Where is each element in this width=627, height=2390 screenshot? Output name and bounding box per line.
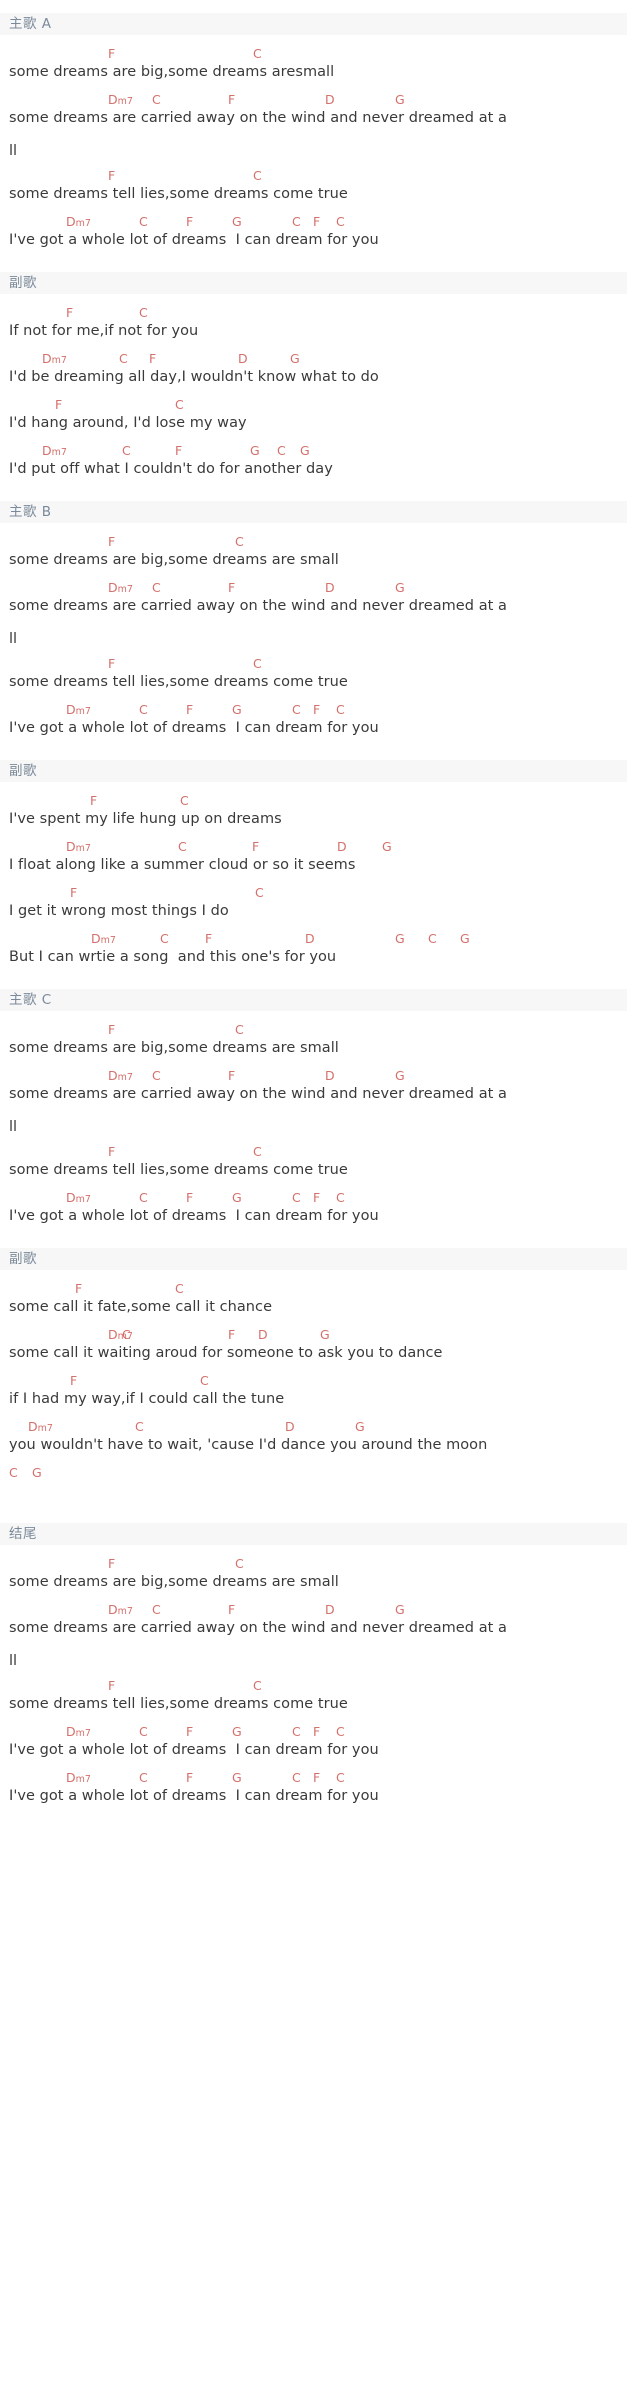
measure-separator: ll — [0, 137, 627, 167]
lyric-text: some dreams are big,some dreams are smal… — [9, 552, 339, 568]
chord-symbol[interactable]: G — [395, 930, 405, 947]
bottom-spacer — [0, 1815, 627, 1833]
section-header-2: 主歌 B — [0, 501, 627, 523]
chord-symbol[interactable]: C — [428, 930, 437, 947]
lyric-text: some dreams tell lies,some dreams come t… — [9, 674, 348, 690]
lyric-line: Dm7 C F G C F C I've got a whole lot of dreams … — [0, 1769, 627, 1809]
chord-symbol[interactable]: C — [255, 884, 264, 901]
lyric-line: F Csome dreams tell lies,some dreams come… — [0, 1143, 627, 1183]
lyric-text: some dreams are carried away on the wind… — [9, 110, 507, 126]
lyric-text: some dreams are carried away on the wind… — [9, 1620, 507, 1636]
separator-text: ll — [9, 631, 18, 647]
lyric-line: Dm7 C F D G C G But I can wrtie a song and this… — [0, 930, 627, 970]
lyric-text: some dreams are big,some dreams are smal… — [9, 1574, 339, 1590]
lyric-text: some call it fate,some call it chance — [9, 1299, 273, 1315]
lyric-line: CG — [0, 1464, 627, 1504]
lyric-line: Dm7 C F G C F C I've got a whole lot of dreams … — [0, 213, 627, 253]
measure-separator: ll — [0, 625, 627, 655]
measure-separator: ll — [0, 1647, 627, 1677]
lyric-line: Dm7 C F D Gsome dreams are carried away on t… — [0, 1601, 627, 1641]
lyric-text: I've got a whole lot of dreams I can dre… — [9, 232, 389, 248]
lyric-line: Dm7 C F D Gsome call it waiting aroud for so… — [0, 1326, 627, 1366]
lyric-text — [9, 1479, 19, 1503]
lyric-text: I get it wrong most things I do — [9, 903, 229, 919]
chord-symbol[interactable]: G — [32, 1464, 42, 1481]
section-header-4: 主歌 C — [0, 989, 627, 1011]
section-header-6: 结尾 — [0, 1523, 627, 1545]
lyric-text: some dreams are carried away on the wind… — [9, 1086, 507, 1102]
lyric-text: I've got a whole lot of dreams I can dre… — [9, 720, 389, 736]
lyric-text: some dreams are big,some dreams aresmall — [9, 64, 335, 80]
lyric-text: I've got a whole lot of dreams I can dre… — [9, 1742, 389, 1758]
lyric-text: I'd be dreaming all day,I wouldn't know … — [9, 369, 379, 385]
chord-symbol[interactable]: G — [382, 838, 392, 855]
lyric-line: Dm7 C F G C F C I've got a whole lot of dreams … — [0, 701, 627, 741]
lyric-line: F Csome dreams are big,some dreams aresma… — [0, 45, 627, 85]
lyric-text: you wouldn't have to wait, 'cause I'd da… — [9, 1437, 488, 1453]
lyric-line: F Csome call it fate,some call it chance — [0, 1280, 627, 1320]
lyric-text: some dreams tell lies,some dreams come t… — [9, 1696, 348, 1712]
lyric-line: Dm7 C F D Gsome dreams are carried away on t… — [0, 579, 627, 619]
lyric-line: Dm7 C F G C G I'd put off what I couldn't do f… — [0, 442, 627, 482]
lyric-text: I float along like a summer cloud or so … — [9, 857, 356, 873]
lyric-text: some dreams are carried away on the wind… — [9, 598, 507, 614]
lyric-text: some dreams tell lies,some dreams come t… — [9, 1162, 348, 1178]
lyric-line: F C I've spent my life hung up on dreams — [0, 792, 627, 832]
lyric-line: Dm7 C F G C F C I've got a whole lot of dreams … — [0, 1189, 627, 1229]
lyric-text: If not for me,if not for you — [9, 323, 199, 339]
section-header-3: 副歌 — [0, 760, 627, 782]
lyric-text: I've got a whole lot of dreams I can dre… — [9, 1208, 389, 1224]
lyric-line: F Csome dreams tell lies,some dreams come… — [0, 655, 627, 695]
lyric-line: F Cif I had my way,if I could call the tu… — [0, 1372, 627, 1412]
section-header-1: 副歌 — [0, 272, 627, 294]
lyric-line: F C I'd hang around, I'd lose my way — [0, 396, 627, 436]
lyric-line: Dm7 C D Gyou wouldn't have to wait, 'cause … — [0, 1418, 627, 1458]
lyric-line: Dm7 C F D G I'd be dreaming all day,I wouldn'… — [0, 350, 627, 390]
chord-sheet: 主歌 A F Csome dreams are big,some dreams ar… — [0, 0, 627, 1833]
lyric-line: Dm7 C F D Gsome dreams are carried away on t… — [0, 1067, 627, 1107]
lyric-line: Dm7 C F G C F C I've got a whole lot of dreams … — [0, 1723, 627, 1763]
lyric-line: Dm7 C F D G I float along like a summer cloud… — [0, 838, 627, 878]
lyric-line: F Csome dreams tell lies,some dreams come… — [0, 167, 627, 207]
lyric-line: F Csome dreams are big,some dreams are sm… — [0, 1021, 627, 1061]
chord-symbol[interactable]: G — [460, 930, 470, 947]
lyric-text: I've spent my life hung up on dreams — [9, 811, 282, 827]
lyric-text: I'd put off what I couldn't do for anoth… — [9, 461, 347, 477]
separator-text: ll — [9, 1119, 18, 1135]
separator-text: ll — [9, 1653, 18, 1669]
lyric-text: But I can wrtie a song and this one's fo… — [9, 949, 351, 965]
lyric-text: I've got a whole lot of dreams I can dre… — [9, 1788, 389, 1804]
lyric-text: if I had my way,if I could call the tune — [9, 1391, 285, 1407]
lyric-line: F Csome dreams are big,some dreams are sm… — [0, 533, 627, 573]
separator-text: ll — [9, 143, 18, 159]
measure-separator: ll — [0, 1113, 627, 1143]
lyric-line: F Csome dreams are big,some dreams are sm… — [0, 1555, 627, 1595]
section-header-0: 主歌 A — [0, 13, 627, 35]
lyric-text: some dreams are big,some dreams are smal… — [9, 1040, 339, 1056]
lyric-line: FCI get it wrong most things I do — [0, 884, 627, 924]
lyric-line: F C If not for me,if not for you — [0, 304, 627, 344]
lyric-line: Dm7 C F D Gsome dreams are carried away on t… — [0, 91, 627, 131]
chord-row: CG — [0, 1464, 627, 1481]
lyric-line: F Csome dreams tell lies,some dreams come… — [0, 1677, 627, 1717]
lyric-text: I'd hang around, I'd lose my way — [9, 415, 247, 431]
lyric-text: some dreams tell lies,some dreams come t… — [9, 186, 348, 202]
section-header-5: 副歌 — [0, 1248, 627, 1270]
lyric-text: some call it waiting aroud for someone t… — [9, 1345, 443, 1361]
